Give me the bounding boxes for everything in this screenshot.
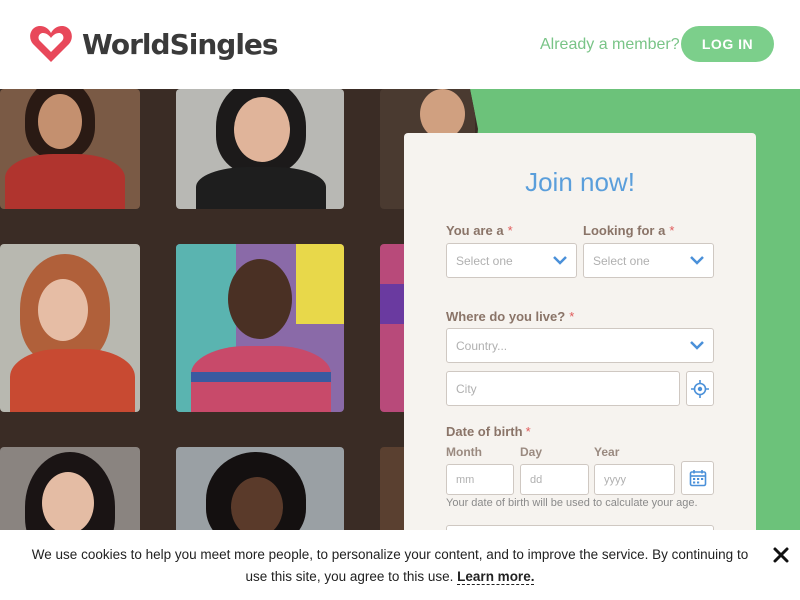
logo[interactable]: WorldSingles xyxy=(28,24,279,64)
looking-for-label: Looking for a * xyxy=(583,223,675,238)
day-input[interactable]: dd xyxy=(520,464,589,495)
cookie-message: We use cookies to help you meet more peo… xyxy=(31,547,749,585)
year-label: Year xyxy=(594,445,620,459)
you-are-select[interactable]: Select one xyxy=(446,243,577,278)
join-form: Join now! You are a * Looking for a * Sele… xyxy=(404,133,756,553)
looking-for-select[interactable]: Select one xyxy=(583,243,714,278)
form-title: Join now! xyxy=(525,167,635,197)
chevron-down-icon xyxy=(553,256,567,265)
member-photo xyxy=(176,89,344,209)
chevron-down-icon xyxy=(690,256,704,265)
chevron-down-icon xyxy=(690,341,704,350)
country-select[interactable]: Country... xyxy=(446,328,714,363)
where-live-label: Where do you live? * xyxy=(446,309,575,324)
member-photo xyxy=(0,89,140,209)
cookie-banner: We use cookies to help you meet more peo… xyxy=(0,530,800,600)
member-photo xyxy=(0,244,140,412)
year-input[interactable]: yyyy xyxy=(594,464,675,495)
location-target-icon xyxy=(691,379,709,398)
locate-me-button[interactable] xyxy=(686,371,714,406)
heart-logo-icon xyxy=(30,26,72,62)
site-header: WorldSingles Already a member? LOG IN xyxy=(0,0,800,89)
learn-more-link[interactable]: Learn more. xyxy=(457,569,535,585)
dob-hint: Your date of birth will be used to calcu… xyxy=(446,497,698,509)
calendar-icon xyxy=(689,470,706,487)
close-icon[interactable] xyxy=(770,544,792,566)
month-input[interactable]: mm xyxy=(446,464,514,495)
calendar-button[interactable] xyxy=(681,461,714,495)
city-input[interactable]: City xyxy=(446,371,680,406)
dob-label: Date of birth * xyxy=(446,424,531,439)
hero-section: Join now! You are a * Looking for a * Sele… xyxy=(0,89,800,600)
login-button[interactable]: LOG IN xyxy=(681,26,774,62)
day-label: Day xyxy=(520,445,543,459)
logo-text: WorldSingles xyxy=(82,27,279,61)
already-member-link[interactable]: Already a member? xyxy=(540,36,680,54)
month-label: Month xyxy=(446,445,482,459)
member-photo xyxy=(176,244,344,412)
you-are-label: You are a * xyxy=(446,223,513,238)
